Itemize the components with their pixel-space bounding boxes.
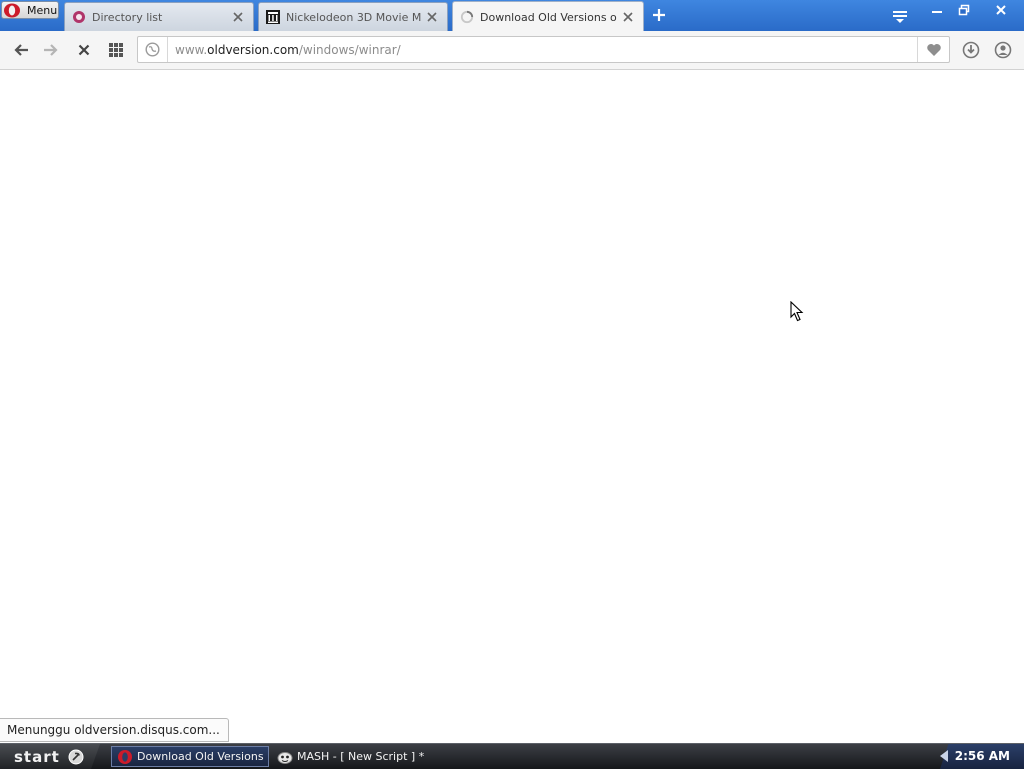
restore-button[interactable] [951,2,977,18]
site-info-globe-icon[interactable] [145,42,160,57]
taskbar-item-label: MASH - [ New Script ] * [297,750,425,763]
tab-menu-icon[interactable] [891,8,909,24]
minimize-icon [932,11,942,13]
bookmark-button[interactable] [917,37,949,62]
loading-spinner-icon [460,10,474,24]
grid-icon [109,43,123,57]
new-tab-plus-icon[interactable] [651,7,667,23]
mouse-pointer-icon [790,301,804,322]
close-window-button[interactable] [988,2,1014,18]
stop-loading-button[interactable] [75,41,93,59]
heart-icon [926,43,941,56]
minimize-button[interactable] [924,2,950,18]
address-toolbar: www.oldversion.com/windows/winrar/ [0,31,1024,70]
columns-building-icon [266,10,280,24]
loading-status: Menunggu oldversion.disqus.com... [0,718,229,742]
close-tab-icon[interactable] [621,10,635,24]
taskbar-clock[interactable]: 2:56 AM [955,749,1010,763]
restore-icon [958,4,970,16]
speed-dial-button[interactable] [107,41,125,59]
taskbar-item-label: Download Old Versions ... [137,750,268,763]
page-viewport [0,70,1024,745]
url-path: /windows/winrar/ [298,43,401,57]
opera-menu-button[interactable]: Menu [1,1,59,19]
opera-speed-dial-icon [73,11,85,23]
opera-logo-icon [4,3,20,17]
tab-title: Nickelodeon 3D Movie Maker [286,10,421,24]
start-button[interactable]: start [0,744,100,769]
tab-directory-list[interactable]: Directory list [64,2,254,31]
account-button[interactable] [994,41,1012,59]
tab-download-old-versions[interactable]: Download Old Versions of WinRAR [452,1,644,32]
tab-strip: Menu Directory list Nickelodeon 3D Movie… [0,0,1024,32]
close-icon [996,5,1006,15]
stop-x-icon [78,44,90,56]
tab-title: Download Old Versions of WinRAR [480,10,617,24]
show-hidden-icons-arrow-icon[interactable] [938,749,950,763]
close-tab-icon[interactable] [231,10,245,24]
address-bar[interactable]: www.oldversion.com/windows/winrar/ [137,36,950,63]
back-arrow-icon [14,44,28,56]
tab-nickelodeon[interactable]: Nickelodeon 3D Movie Maker [258,2,448,31]
taskbar-item-mash[interactable]: MASH - [ New Script ] * [272,746,442,767]
menu-label: Menu [27,3,58,17]
address-bar-divider [167,37,168,62]
url-prefix: www. [175,43,208,57]
forward-button[interactable] [42,41,60,59]
mash-app-icon [277,751,293,764]
taskbar: start Download Old Versions ... MASH - [… [0,743,1024,769]
start-orb-icon [68,749,84,764]
opera-icon [118,749,132,764]
forward-arrow-icon [44,44,58,56]
downloads-button[interactable] [962,41,980,59]
url-host: oldversion.com [207,43,299,57]
url-text[interactable]: www.oldversion.com/windows/winrar/ [175,43,401,57]
taskbar-item-browser[interactable]: Download Old Versions ... [111,746,269,767]
download-icon [962,41,980,59]
close-tab-icon[interactable] [425,10,439,24]
tab-title: Directory list [92,10,163,24]
start-label: start [14,747,60,766]
user-icon [994,41,1012,59]
back-button[interactable] [12,41,30,59]
